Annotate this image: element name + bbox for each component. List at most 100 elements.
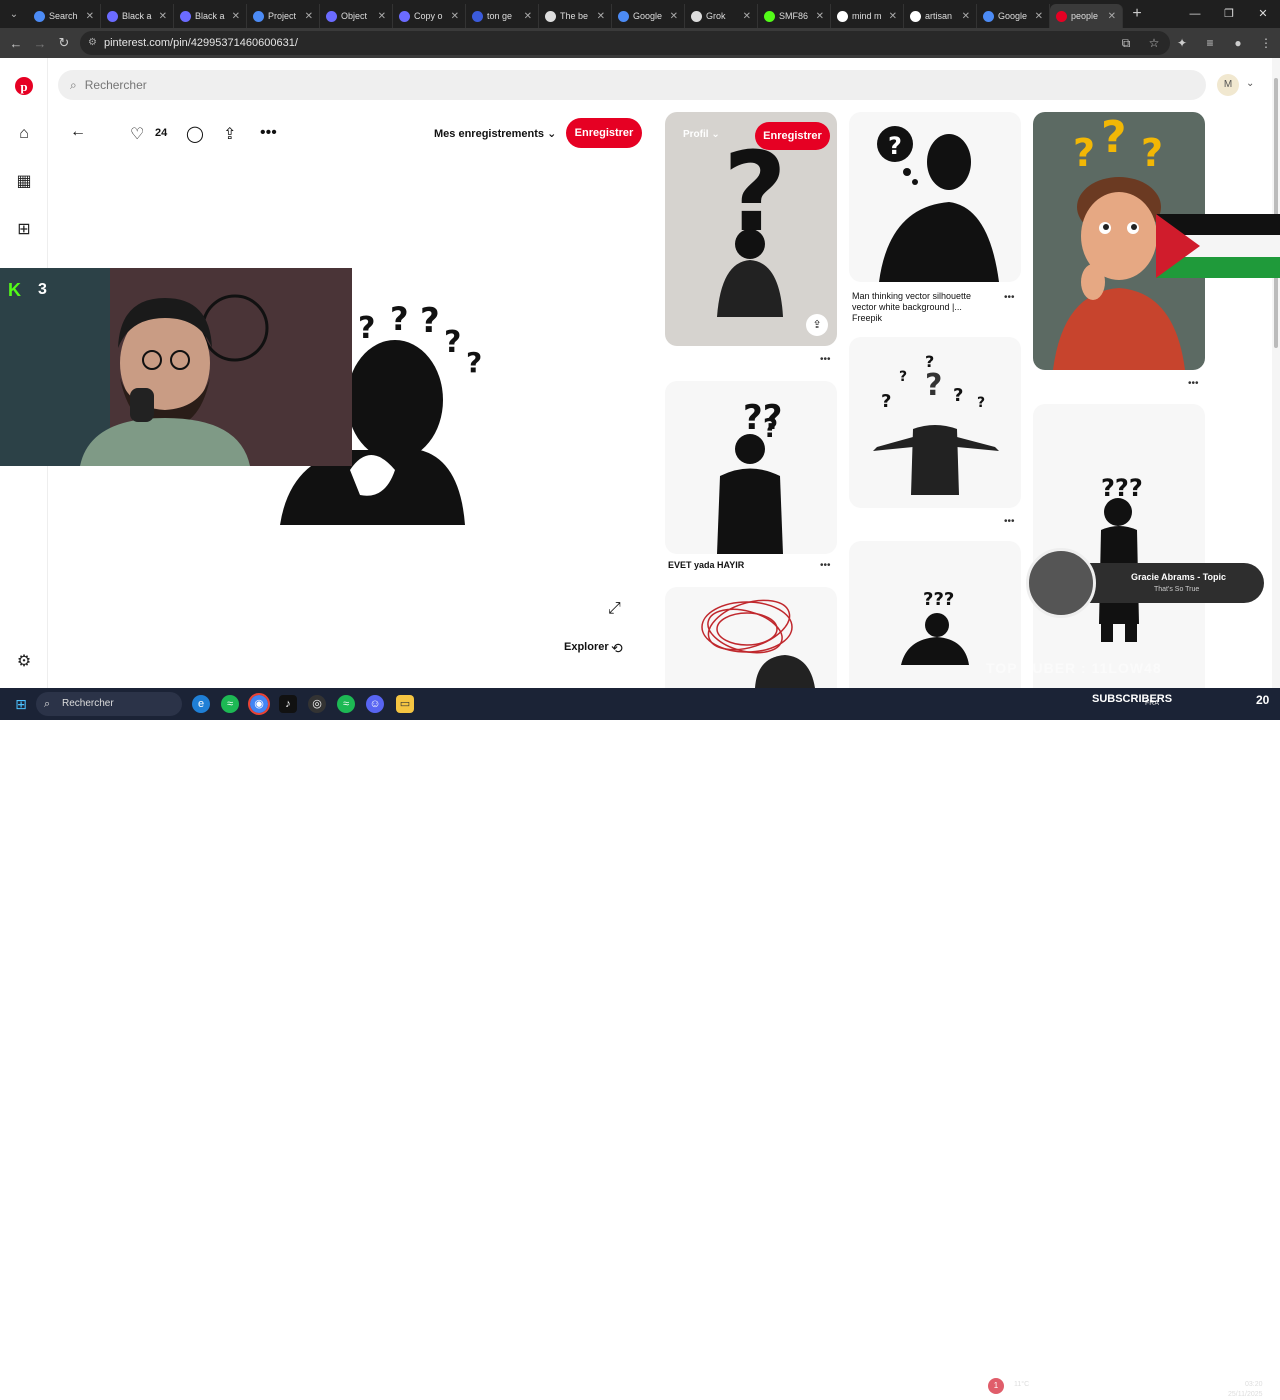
taskbar-search[interactable]: ⌕ Rechercher <box>36 692 182 716</box>
tab-close-icon[interactable]: ✕ <box>451 11 459 22</box>
board-select[interactable]: Mes enregistrements ⌄ <box>434 127 556 140</box>
pin-2-source[interactable]: Freepik <box>852 313 882 324</box>
share-icon[interactable]: ⇪ <box>223 124 236 144</box>
grid-pin-6[interactable]: ??? <box>1033 404 1205 688</box>
create-icon[interactable]: ⊞ <box>14 220 34 240</box>
search-input[interactable]: Rechercher <box>85 78 147 92</box>
clock[interactable]: 03:20 25/11/2025 <box>1228 1380 1263 1400</box>
tab-close-icon[interactable]: ✕ <box>86 11 94 22</box>
tiktok-icon[interactable]: ♪ <box>279 695 297 713</box>
pin-2-caption[interactable]: Man thinking vector silhouette vector wh… <box>852 291 992 313</box>
tab-close-icon[interactable]: ✕ <box>232 11 240 22</box>
browser-tab[interactable]: ton ge ✕ <box>466 4 539 28</box>
streamer-webcam-image <box>0 268 352 466</box>
scrollbar-thumb[interactable] <box>1274 78 1278 348</box>
pin-4-caption[interactable]: EVET yada HAYIR <box>668 560 744 571</box>
expand-icon[interactable]: ⤢ <box>608 600 621 618</box>
tab-close-icon[interactable]: ✕ <box>1108 11 1116 22</box>
back-arrow-icon[interactable]: ← <box>70 123 86 141</box>
tab-close-icon[interactable]: ✕ <box>670 11 678 22</box>
explore-link[interactable]: Explorer <box>564 641 609 653</box>
profile-select[interactable]: Profil ⌄ <box>683 129 720 140</box>
svg-text:?: ? <box>466 346 482 379</box>
tab-close-icon[interactable]: ✕ <box>962 11 970 22</box>
browser-tab[interactable]: Grok ✕ <box>685 4 758 28</box>
visual-search-icon[interactable]: ⟲ <box>611 640 623 657</box>
address-bar[interactable]: ⚙ pinterest.com/pin/42995371460600631/ <box>80 31 1170 55</box>
new-tab-button[interactable]: + <box>1123 5 1151 23</box>
avatar[interactable]: M <box>1217 74 1239 96</box>
spotify-2-icon[interactable]: ≈ <box>337 695 355 713</box>
site-info-icon[interactable]: ⚙ <box>88 31 97 55</box>
install-icon[interactable]: ⧉ <box>1112 36 1140 51</box>
pin-2-more-icon[interactable]: ••• <box>1004 292 1015 303</box>
browser-tab[interactable]: Search ✕ <box>28 4 101 28</box>
close-window-button[interactable]: ✕ <box>1246 0 1280 28</box>
pin-3-more-icon[interactable]: ••• <box>1188 378 1199 389</box>
discord-icon[interactable]: ☺ <box>366 695 384 713</box>
tab-label: artisan <box>925 11 953 21</box>
maximize-button[interactable]: ❐ <box>1212 0 1246 28</box>
back-icon[interactable]: ← <box>4 36 28 51</box>
chrome-icon[interactable]: ◉ <box>248 693 270 715</box>
tab-close-icon[interactable]: ✕ <box>524 11 532 22</box>
tab-close-icon[interactable]: ✕ <box>159 11 167 22</box>
explore-icon[interactable]: ▦ <box>14 172 34 192</box>
reload-icon[interactable]: ↻ <box>52 35 76 51</box>
subscribers-count: 20 <box>1256 693 1270 707</box>
file-explorer-icon[interactable]: ▭ <box>396 695 414 713</box>
browser-tab[interactable]: SMF86 ✕ <box>758 4 831 28</box>
tab-close-icon[interactable]: ✕ <box>305 11 313 22</box>
tab-list-button[interactable]: ⌄ <box>0 0 28 28</box>
grid-save-button[interactable]: Enregistrer <box>755 122 830 150</box>
tab-close-icon[interactable]: ✕ <box>378 11 386 22</box>
browser-tab[interactable]: Object ✕ <box>320 4 393 28</box>
grid-share-icon[interactable]: ⇪ <box>806 314 828 336</box>
windows-start-icon[interactable]: ⊞ <box>12 695 30 713</box>
svg-text:?: ? <box>888 132 902 160</box>
pin-1-more-icon[interactable]: ••• <box>820 354 831 365</box>
browser-tab[interactable]: people ✕ <box>1050 4 1123 28</box>
forward-icon[interactable]: → <box>28 36 52 51</box>
pin-4-more-icon[interactable]: ••• <box>820 560 831 571</box>
browser-tab[interactable]: mind m ✕ <box>831 4 904 28</box>
search-bar[interactable]: ⌕ Rechercher <box>58 70 1206 100</box>
edge-icon[interactable]: e <box>192 695 210 713</box>
browser-tab[interactable]: Copy o ✕ <box>393 4 466 28</box>
grid-pin-5[interactable]: ? ? ? ? ? ? <box>849 337 1021 508</box>
tab-close-icon[interactable]: ✕ <box>1035 11 1043 22</box>
comment-icon[interactable]: ◯ <box>186 124 204 144</box>
media-icon[interactable]: ≡ <box>1196 36 1224 50</box>
more-options-icon[interactable]: ••• <box>260 124 277 142</box>
account-chevron-down-icon[interactable]: ⌄ <box>1246 78 1254 89</box>
extensions-icon[interactable]: ✦ <box>1168 36 1196 50</box>
spotify-icon[interactable]: ≈ <box>221 695 239 713</box>
grid-pin-4[interactable]: ?? ? <box>665 381 837 554</box>
grid-pin-7[interactable] <box>665 587 837 688</box>
browser-tab[interactable]: Google ✕ <box>612 4 685 28</box>
grid-pin-2[interactable]: ? <box>849 112 1021 282</box>
browser-actions: ⧉ ☆ ✦ ≡ ● ⋮ <box>1112 28 1280 58</box>
minimize-button[interactable]: — <box>1178 0 1212 28</box>
pin-5-more-icon[interactable]: ••• <box>1004 516 1015 527</box>
home-icon[interactable]: ⌂ <box>14 124 34 144</box>
heart-icon[interactable]: ♡ <box>130 124 144 144</box>
bookmark-star-icon[interactable]: ☆ <box>1140 36 1168 50</box>
obs-icon[interactable]: ◎ <box>308 695 326 713</box>
page-scrollbar[interactable] <box>1272 58 1280 688</box>
profile-icon[interactable]: ● <box>1224 36 1252 50</box>
settings-icon[interactable]: ⚙ <box>14 652 34 672</box>
browser-tab[interactable]: Google ✕ <box>977 4 1050 28</box>
browser-tab[interactable]: Project ✕ <box>247 4 320 28</box>
tab-close-icon[interactable]: ✕ <box>889 11 897 22</box>
pinterest-logo[interactable]: p <box>14 76 34 96</box>
browser-tab[interactable]: Black a ✕ <box>101 4 174 28</box>
browser-tab[interactable]: The be ✕ <box>539 4 612 28</box>
tab-close-icon[interactable]: ✕ <box>743 11 751 22</box>
tab-close-icon[interactable]: ✕ <box>597 11 605 22</box>
browser-tab[interactable]: Black a ✕ <box>174 4 247 28</box>
menu-icon[interactable]: ⋮ <box>1252 36 1280 50</box>
tab-close-icon[interactable]: ✕ <box>816 11 824 22</box>
browser-tab[interactable]: artisan ✕ <box>904 4 977 28</box>
save-button[interactable]: Enregistrer <box>566 118 642 148</box>
